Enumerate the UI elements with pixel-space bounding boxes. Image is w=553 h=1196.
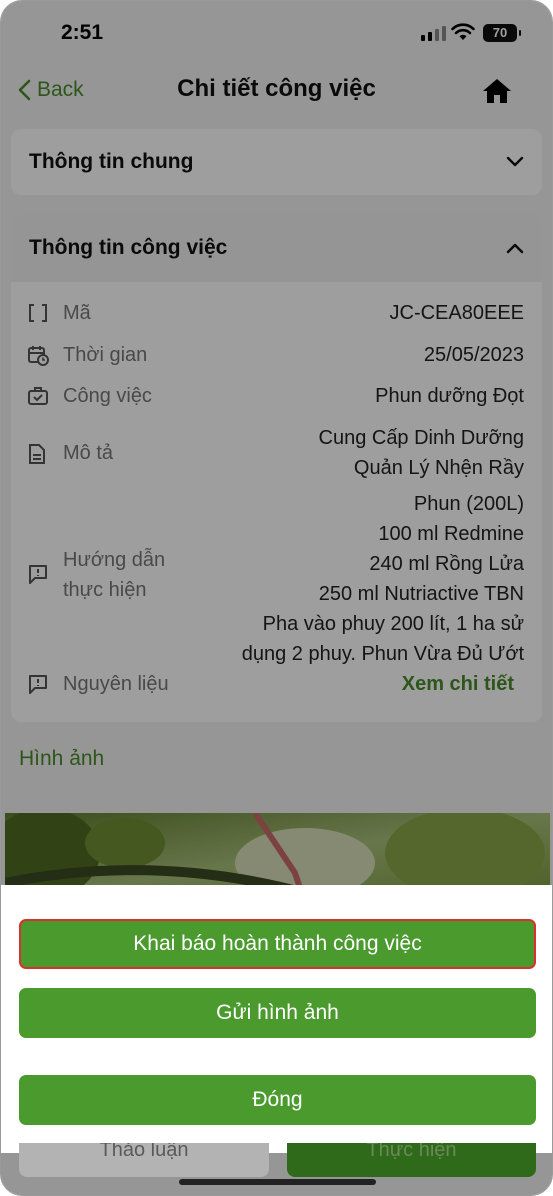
close-button[interactable]: Đóng — [19, 1075, 536, 1125]
home-indicator — [179, 1179, 376, 1185]
action-sheet: Khai báo hoàn thành công việc Gửi hình ả… — [1, 885, 552, 1153]
execute-button[interactable]: Thực hiện — [287, 1143, 536, 1177]
declare-complete-button[interactable]: Khai báo hoàn thành công việc — [19, 919, 536, 969]
phone-screen: 2:51 70 Back Chi tiết công việc Thông ti… — [0, 0, 553, 1196]
discussion-button[interactable]: Thảo luận — [19, 1143, 269, 1177]
send-images-button[interactable]: Gửi hình ảnh — [19, 988, 536, 1038]
bottom-action-bar: Thảo luận Thực hiện — [1, 1143, 552, 1195]
